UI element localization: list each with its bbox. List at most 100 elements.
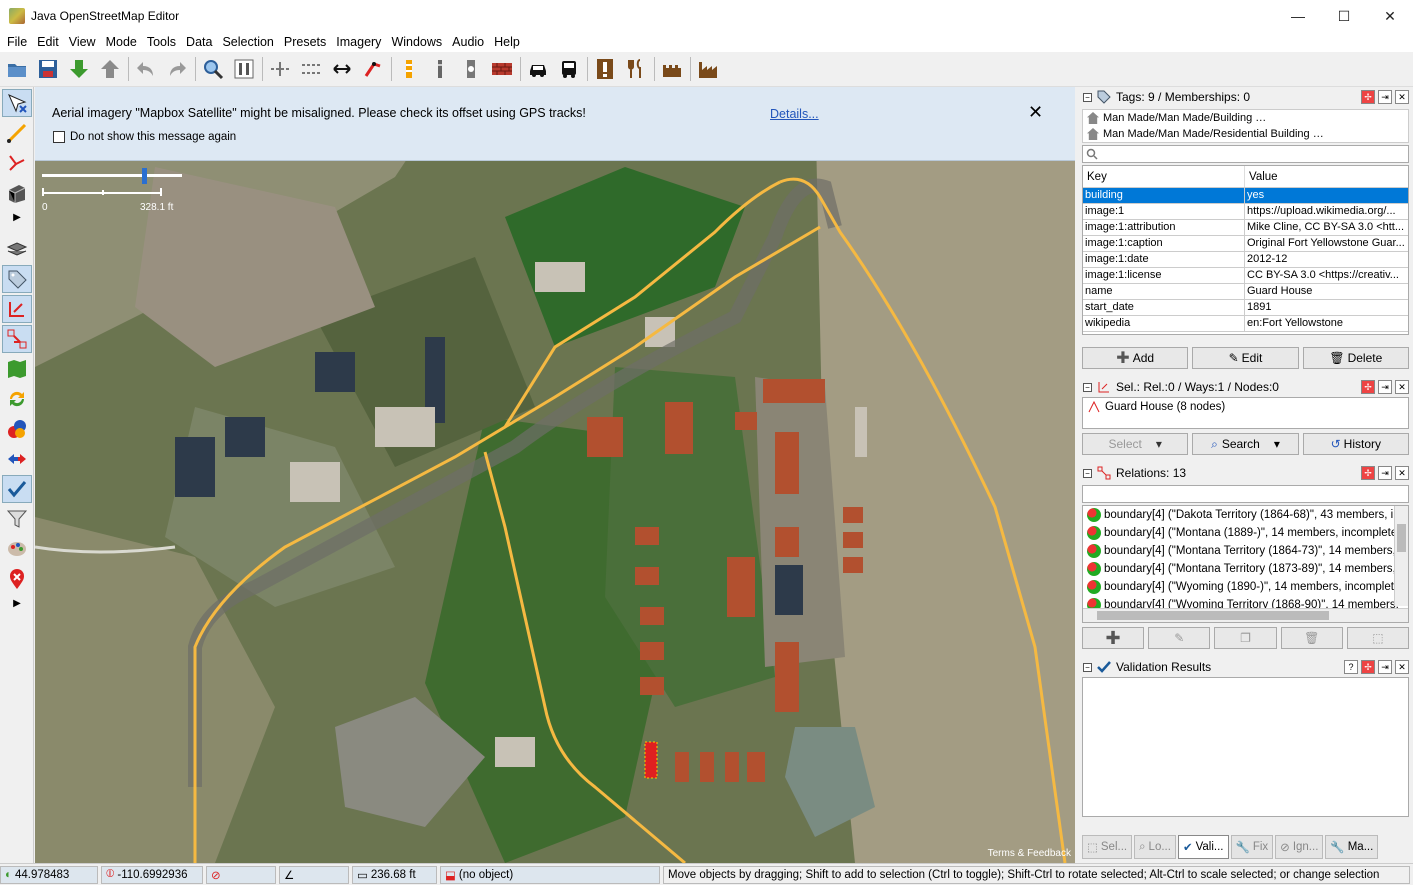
tab-map[interactable]: 🔧 Ma... — [1325, 835, 1379, 859]
tag-value[interactable]: Guard House — [1245, 284, 1408, 299]
tag-value[interactable]: CC BY-SA 3.0 <https://creativ... — [1245, 268, 1408, 283]
redo-icon[interactable] — [164, 56, 190, 82]
collapse-icon[interactable]: − — [1083, 468, 1092, 478]
bollard-icon[interactable] — [396, 56, 422, 82]
tag-key[interactable]: building — [1083, 188, 1245, 203]
improve-way-icon[interactable] — [2, 149, 32, 177]
duplicate-relation-button[interactable]: ❐ — [1214, 627, 1277, 649]
preset-item[interactable]: Man Made/Man Made/Residential Building … — [1083, 126, 1408, 142]
select-button[interactable]: Select ▾ — [1082, 433, 1189, 455]
menu-edit[interactable]: Edit — [33, 35, 63, 49]
list-item[interactable]: boundary[4] ("Montana (1889-)", 14 membe… — [1083, 524, 1408, 542]
menu-file[interactable]: File — [3, 35, 31, 49]
bus-icon[interactable] — [556, 56, 582, 82]
map-style-icon[interactable] — [2, 535, 32, 563]
table-row[interactable]: image:1:date 2012-12 — [1083, 252, 1408, 268]
relations-icon[interactable] — [2, 325, 32, 353]
selection-list-icon[interactable] — [2, 295, 32, 323]
tab-fix[interactable]: 🔧 Fix — [1230, 835, 1274, 859]
combine-way-icon[interactable] — [298, 56, 324, 82]
collapse-icon[interactable]: − — [1083, 382, 1092, 392]
menu-imagery[interactable]: Imagery — [332, 35, 385, 49]
preset-item[interactable]: Man Made/Man Made/Building … — [1083, 110, 1408, 126]
zoom-icon[interactable] — [200, 56, 226, 82]
menu-data[interactable]: Data — [182, 35, 216, 49]
tag-value[interactable]: en:Fort Yellowstone — [1245, 316, 1408, 331]
expand-arrow-icon[interactable]: ▶ — [2, 209, 32, 225]
minimize-panel-icon[interactable]: ⇥ — [1378, 380, 1392, 394]
castle-icon[interactable] — [659, 56, 685, 82]
table-row[interactable]: building yes — [1083, 188, 1408, 204]
tags-icon[interactable] — [2, 265, 32, 293]
validation-icon[interactable] — [2, 475, 32, 503]
detach-icon[interactable]: ✢ — [1361, 660, 1375, 674]
map-paint-icon[interactable] — [2, 355, 32, 383]
tab-location[interactable]: ⌕ Lo... — [1134, 835, 1176, 859]
split-way-icon[interactable] — [267, 56, 293, 82]
table-row[interactable]: image:1:attribution Mike Cline, CC BY-SA … — [1083, 220, 1408, 236]
validation-panel-header[interactable]: − Validation Results ? ✢ ⇥ ✕ — [1078, 657, 1413, 677]
search-button[interactable]: ⌕ Search ▾ — [1192, 433, 1299, 455]
conflict-icon[interactable] — [2, 415, 32, 443]
notes-icon[interactable] — [2, 565, 32, 593]
delete-tag-button[interactable]: 🗑 Delete — [1302, 347, 1409, 369]
close-panel-icon[interactable]: ✕ — [1395, 380, 1409, 394]
map-scale[interactable]: 0 328.1 ft — [42, 168, 192, 217]
history-button[interactable]: ↺ History — [1302, 433, 1409, 455]
tag-key[interactable]: image:1:date — [1083, 252, 1245, 267]
menu-view[interactable]: View — [65, 35, 100, 49]
unglue-icon[interactable] — [360, 56, 386, 82]
close-panel-icon[interactable]: ✕ — [1395, 660, 1409, 674]
tag-key[interactable]: start_date — [1083, 300, 1245, 315]
block-icon[interactable] — [458, 56, 484, 82]
delete-relation-button[interactable]: 🗑 — [1280, 627, 1343, 649]
tab-validation[interactable]: ✔ Vali... — [1177, 835, 1229, 859]
chevron-down-icon[interactable]: ▾ — [1156, 437, 1162, 451]
restaurant-icon[interactable] — [623, 56, 649, 82]
collapse-icon[interactable]: − — [1083, 662, 1092, 672]
list-item[interactable]: boundary[4] ("Dakota Territory (1864-68)… — [1083, 506, 1408, 524]
gate-icon[interactable] — [427, 56, 453, 82]
car-icon[interactable] — [525, 56, 551, 82]
value-column-header[interactable]: Value — [1245, 166, 1408, 187]
zoom-slider-track[interactable] — [42, 174, 182, 177]
menu-mode[interactable]: Mode — [102, 35, 141, 49]
help-icon[interactable]: ? — [1344, 660, 1358, 674]
minimize-button[interactable]: — — [1275, 0, 1321, 32]
select-mode-icon[interactable] — [2, 89, 32, 117]
vertical-scrollbar[interactable] — [1394, 506, 1408, 606]
terms-feedback-link[interactable]: Terms & Feedback — [988, 848, 1071, 859]
close-panel-icon[interactable]: ✕ — [1395, 466, 1409, 480]
list-item[interactable]: boundary[4] ("Montana Territory (1873-89… — [1083, 560, 1408, 578]
tag-key[interactable]: wikipedia — [1083, 316, 1245, 331]
menu-selection[interactable]: Selection — [218, 35, 277, 49]
checkbox-box[interactable] — [53, 131, 65, 143]
edit-relation-button[interactable]: ✎ — [1148, 627, 1211, 649]
add-relation-button[interactable]: ✚ — [1082, 627, 1145, 649]
menu-help[interactable]: Help — [490, 35, 524, 49]
filter-icon[interactable] — [2, 505, 32, 533]
table-row[interactable]: image:1 https://upload.wikimedia.org/... — [1083, 204, 1408, 220]
minimize-panel-icon[interactable]: ⇥ — [1378, 90, 1392, 104]
download-icon[interactable] — [66, 56, 92, 82]
tag-value[interactable]: 2012-12 — [1245, 252, 1408, 267]
tab-ignore[interactable]: ⊘ Ign... — [1275, 835, 1324, 859]
select-members-button[interactable]: ⬚ — [1346, 627, 1410, 649]
details-link[interactable]: Details... — [770, 107, 819, 121]
edit-tag-button[interactable]: ✎ Edit — [1192, 347, 1299, 369]
minimize-panel-icon[interactable]: ⇥ — [1378, 466, 1392, 480]
tag-key[interactable]: name — [1083, 284, 1245, 299]
warning-icon[interactable] — [592, 56, 618, 82]
save-icon[interactable] — [35, 56, 61, 82]
add-tag-button[interactable]: ✚ Add — [1082, 347, 1189, 369]
collapse-icon[interactable]: − — [1083, 92, 1092, 102]
validation-results-list[interactable] — [1082, 677, 1409, 817]
key-column-header[interactable]: Key — [1083, 166, 1245, 187]
table-row[interactable]: start_date 1891 — [1083, 300, 1408, 316]
upload-icon[interactable] — [97, 56, 123, 82]
close-panel-icon[interactable]: ✕ — [1395, 90, 1409, 104]
tag-key[interactable]: image:1 — [1083, 204, 1245, 219]
close-banner-icon[interactable]: ✕ — [1028, 102, 1043, 123]
detach-icon[interactable]: ✢ — [1361, 90, 1375, 104]
building-tool-icon[interactable] — [2, 179, 32, 207]
